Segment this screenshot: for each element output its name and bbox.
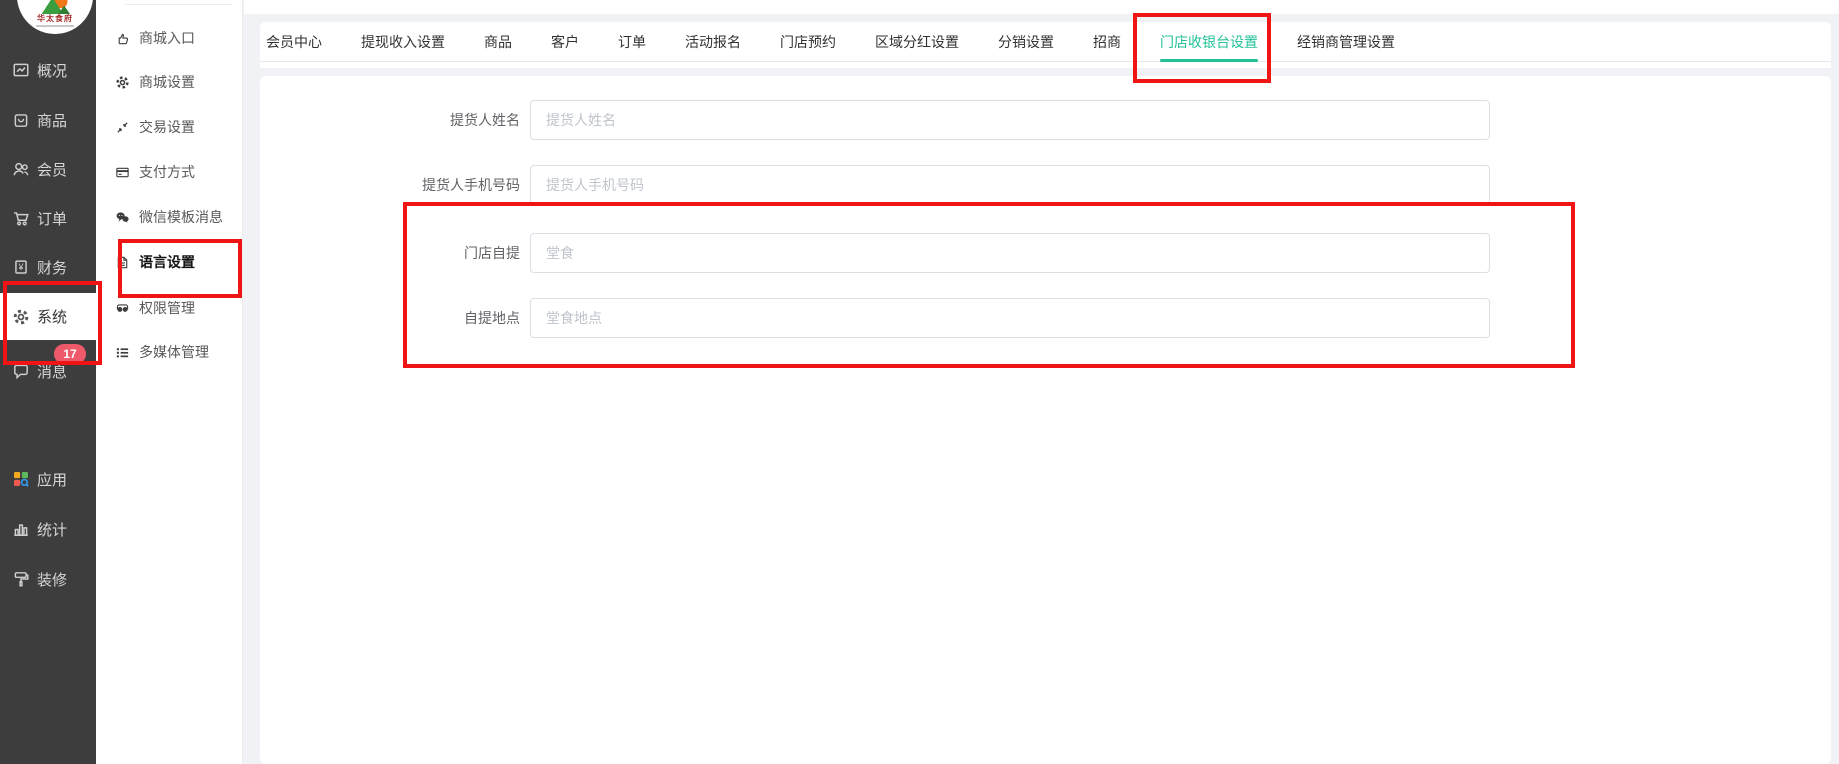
sidebar-item-label: 会员	[37, 159, 67, 180]
tab-distribution-settings[interactable]: 分销设置	[998, 22, 1054, 61]
sidebar-item-orders[interactable]: 订单	[0, 194, 96, 242]
submenu-item-mall-settings[interactable]: 商城设置	[96, 67, 242, 97]
tab-investment[interactable]: 招商	[1093, 22, 1121, 61]
company-logo: 华太食府	[17, 0, 93, 34]
paint-roller-icon	[12, 570, 30, 588]
pickup-phone-input[interactable]	[530, 165, 1490, 205]
trade-arrows-icon	[115, 120, 130, 135]
submenu-item-payment-methods[interactable]: 支付方式	[96, 157, 242, 187]
submenu-item-label: 商城设置	[139, 72, 195, 92]
submenu-item-label: 交易设置	[139, 117, 195, 137]
store-pickup-input[interactable]	[530, 233, 1490, 273]
submenu-item-permissions[interactable]: 权限管理	[96, 293, 242, 323]
tab-region-dividend-settings[interactable]: 区域分红设置	[875, 22, 959, 61]
pickup-location-label: 自提地点	[260, 308, 530, 328]
sidebar-item-label: 商品	[37, 110, 67, 131]
sidebar-item-goods[interactable]: 商品	[0, 96, 96, 144]
submenu-item-mall-entry[interactable]: 商城入口	[96, 23, 242, 53]
submenu-item-label: 微信模板消息	[139, 207, 223, 227]
submenu-item-language-settings[interactable]: 语言设置	[96, 247, 242, 277]
thumb-up-icon	[115, 31, 130, 46]
orders-icon	[12, 209, 30, 227]
secondary-sidebar: 商城入口 商城设置 交易设置 支付方式	[96, 0, 243, 764]
pickup-phone-label: 提货人手机号码	[260, 175, 530, 195]
settings-tabs: 会员中心 提现收入设置 商品 客户 订单 活动报名 门店预约 区域分红设置 分销…	[260, 22, 1831, 62]
logo-mountain-icon	[38, 0, 72, 14]
stats-icon	[12, 520, 30, 538]
messages-icon	[12, 362, 30, 380]
sidebar-item-label: 装修	[37, 569, 67, 590]
finance-icon: ¥	[12, 258, 30, 276]
tab-orders[interactable]: 订单	[618, 22, 646, 61]
submenu-item-label: 商城入口	[139, 28, 195, 48]
form-row-pickup-phone: 提货人手机号码	[260, 165, 1490, 205]
pickup-name-label: 提货人姓名	[260, 110, 530, 130]
language-doc-icon	[115, 255, 130, 270]
tab-withdraw-income-settings[interactable]: 提现收入设置	[361, 22, 445, 61]
logo-title: 华太食府	[37, 14, 73, 23]
messages-count-badge: 17	[54, 344, 86, 364]
tab-member-center[interactable]: 会员中心	[266, 22, 322, 61]
members-icon	[12, 160, 30, 178]
sidebar-item-stats[interactable]: 统计	[0, 505, 96, 553]
sidebar-item-system[interactable]: 系统	[0, 293, 96, 340]
sidebar-item-label: 统计	[37, 519, 67, 540]
form-row-store-pickup: 门店自提	[260, 233, 1490, 273]
overview-icon	[12, 61, 30, 79]
form-row-pickup-location: 自提地点	[260, 298, 1490, 338]
permissions-mask-icon	[115, 301, 130, 316]
tab-customers[interactable]: 客户	[551, 22, 579, 61]
sidebar-item-members[interactable]: 会员	[0, 145, 96, 193]
credit-card-icon	[115, 165, 130, 180]
sidebar-item-label: 应用	[37, 469, 67, 490]
submenu-divider	[125, 4, 233, 5]
sidebar-item-label: 系统	[37, 306, 67, 327]
goods-icon	[12, 111, 30, 129]
primary-sidebar: 华太食府 概况 商品 会员	[0, 0, 96, 764]
admin-page: { "logo": { "title": "华太食府" }, "sidebar"…	[0, 0, 1839, 764]
cashier-settings-form: 提货人姓名 提货人手机号码 门店自提 自提地点	[260, 76, 1831, 764]
logo-subline	[36, 25, 74, 27]
sidebar-item-label: 概况	[37, 60, 67, 81]
wechat-bubbles-icon	[115, 210, 130, 225]
tab-store-reservation[interactable]: 门店预约	[780, 22, 836, 61]
sidebar-item-label: 财务	[37, 257, 67, 278]
store-pickup-label: 门店自提	[260, 243, 530, 263]
media-list-icon	[115, 345, 130, 360]
sidebar-item-finance[interactable]: ¥ 财务	[0, 243, 96, 291]
tab-store-cashier-settings[interactable]: 门店收银台设置	[1160, 22, 1258, 61]
tab-bar-card: 会员中心 提现收入设置 商品 客户 订单 活动报名 门店预约 区域分红设置 分销…	[260, 22, 1831, 68]
system-gear-icon	[12, 308, 30, 326]
top-header-strip	[244, 0, 1839, 14]
apps-icon	[12, 470, 30, 488]
sidebar-item-label: 订单	[37, 208, 67, 229]
sidebar-item-apps[interactable]: 应用	[0, 455, 96, 503]
tab-goods[interactable]: 商品	[484, 22, 512, 61]
submenu-item-trade-settings[interactable]: 交易设置	[96, 112, 242, 142]
submenu-item-label: 语言设置	[139, 252, 195, 272]
tab-activity-signup[interactable]: 活动报名	[685, 22, 741, 61]
svg-text:¥: ¥	[17, 262, 24, 272]
sidebar-item-decorate[interactable]: 装修	[0, 555, 96, 603]
submenu-item-label: 多媒体管理	[139, 342, 209, 362]
gear-icon	[115, 75, 130, 90]
submenu-item-label: 权限管理	[139, 298, 195, 318]
submenu-item-wechat-template[interactable]: 微信模板消息	[96, 202, 242, 232]
sidebar-item-overview[interactable]: 概况	[0, 46, 96, 94]
pickup-location-input[interactable]	[530, 298, 1490, 338]
pickup-name-input[interactable]	[530, 100, 1490, 140]
submenu-item-label: 支付方式	[139, 162, 195, 182]
tab-dealer-management-settings[interactable]: 经销商管理设置	[1297, 22, 1395, 61]
form-row-pickup-name: 提货人姓名	[260, 100, 1490, 140]
submenu-item-media[interactable]: 多媒体管理	[96, 337, 242, 367]
